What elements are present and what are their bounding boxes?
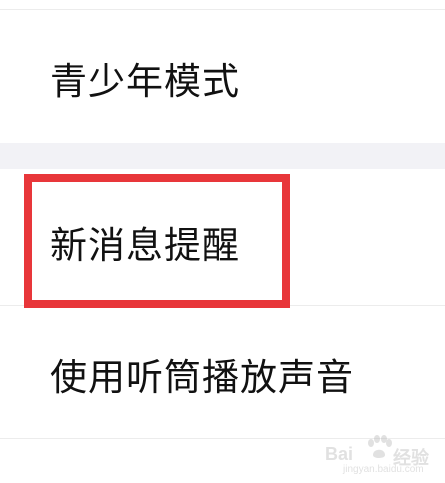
baidu-jingyan-watermark: Bai 经验 jingyan.baidu.com [325,433,437,475]
settings-item-new-message-alert[interactable]: 新消息提醒 [0,169,445,305]
settings-item-earpiece-playback[interactable]: 使用听筒播放声音 [0,306,445,438]
divider-bottom [0,438,445,439]
settings-item-label: 使用听筒播放声音 [50,356,354,399]
watermark-brand-text: Bai [325,444,354,464]
settings-item-label: 青少年模式 [50,60,240,103]
watermark-domain-text: jingyan.baidu.com [343,464,424,475]
settings-item-teen-mode[interactable]: 青少年模式 [0,10,445,143]
section-separator [0,143,445,169]
settings-screen: 青少年模式 新消息提醒 使用听筒播放声音 Bai 经验 jingyan.baid… [0,0,445,483]
settings-item-label: 新消息提醒 [50,224,240,267]
watermark-name-text: 经验 [393,448,429,469]
